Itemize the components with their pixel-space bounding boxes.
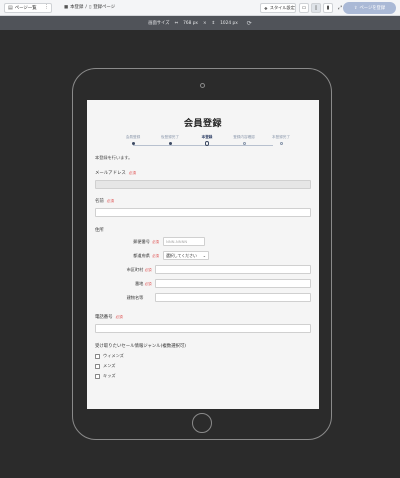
genre-label: 受け取りたいセール情報ジャンル(複数選択可): [95, 344, 187, 349]
required-badge: 必須: [144, 281, 152, 286]
breadcrumb-folder[interactable]: 本登録: [70, 4, 83, 10]
tablet-camera: [200, 83, 205, 88]
postal-label: 郵便番号: [133, 238, 150, 244]
genre-option[interactable]: メンズ: [95, 363, 311, 369]
width-icon: ⇔: [174, 20, 179, 26]
genre-checkbox-group: ウィメンズ メンズ キッズ: [95, 353, 311, 379]
genre-option-label: メンズ: [103, 363, 116, 368]
height-value[interactable]: 1024 px: [220, 21, 238, 26]
checkbox[interactable]: [95, 363, 100, 369]
city-field[interactable]: [155, 265, 311, 274]
tablet-home-button: [192, 413, 212, 433]
address-row-prefecture: 都道府県 必須 選択してください ⌄: [95, 250, 311, 261]
upload-icon: ⇪: [353, 5, 358, 11]
tablet-view-button[interactable]: ▯: [311, 3, 321, 13]
page-list-icon: ▤: [8, 5, 13, 11]
page-icon: ▯: [88, 4, 92, 10]
step-item: 登録内容確認: [224, 135, 264, 145]
required-badge: 必須: [106, 198, 114, 203]
checkbox[interactable]: [95, 373, 100, 379]
step-indicator: 会員登録 仮登録完了 本登録 登録内容確認 本登録完了: [95, 135, 311, 149]
step-label: 会員登録: [125, 135, 141, 139]
breadcrumb-page: 登録ページ: [93, 5, 116, 10]
address-title: 住所: [95, 228, 104, 233]
tablet-icon: ▯: [314, 5, 318, 11]
prefecture-select[interactable]: 選択してください ⌄: [163, 251, 209, 260]
required-badge: 必須: [128, 170, 136, 175]
step-item: 本登録完了: [261, 135, 301, 145]
screen-size-bar: 画面サイズ ⇔ 768 px × ⇕ 1024 px ⟳: [0, 16, 400, 30]
page-list-button[interactable]: ▤ ページ一覧 ⋮: [4, 3, 52, 13]
expand-icon: ⤢: [337, 5, 342, 11]
tablet-screen: 会員登録 会員登録 仮登録完了 本登録 登録内容確認 本登録完了 本登録を行いま…: [87, 100, 319, 409]
genre-option[interactable]: キッズ: [95, 373, 311, 379]
folder-icon: ■: [64, 4, 69, 10]
chevron-down-icon: ⌄: [202, 253, 206, 258]
style-settings-label: スタイル設定: [269, 5, 295, 10]
step-label: 登録内容確認: [233, 135, 255, 139]
address-row-street: 番地 必須: [95, 278, 311, 289]
desktop-view-button[interactable]: ▭: [299, 3, 309, 13]
step-item: 会員登録: [113, 135, 153, 145]
width-value[interactable]: 768 px: [183, 21, 198, 26]
address-row-city: 市区町村 必須: [95, 264, 311, 275]
breadcrumb: ■ 本登録 / ▯ 登録ページ: [64, 4, 116, 11]
times-sign: ×: [202, 20, 207, 26]
breadcrumb-separator: /: [85, 4, 87, 10]
name-label-text: 名前: [95, 199, 104, 204]
required-badge: 必須: [152, 253, 159, 258]
screen-size-label: 画面サイズ: [148, 21, 170, 26]
checkbox[interactable]: [95, 353, 100, 359]
phone-label: 電話番号 必須: [95, 314, 311, 321]
phone-field[interactable]: [95, 324, 311, 333]
step-dot: [204, 141, 210, 146]
step-dot: [279, 142, 283, 145]
required-badge: 必須: [144, 267, 152, 272]
register-page-label: ページを登録: [359, 6, 386, 11]
step-label: 本登録: [201, 135, 213, 139]
required-badge: 必須: [115, 314, 123, 319]
rotate-icon[interactable]: ⟳: [247, 20, 252, 27]
step-label: 本登録完了: [272, 135, 290, 139]
phone-label-text: 電話番号: [95, 315, 113, 320]
email-field[interactable]: [95, 180, 311, 189]
city-label: 市区町村: [126, 266, 144, 272]
genre-option-label: ウィメンズ: [103, 353, 124, 358]
step-dot: [131, 142, 135, 145]
address-row-building: 建物名等: [95, 292, 311, 303]
name-field[interactable]: [95, 208, 311, 217]
genre-option[interactable]: ウィメンズ: [95, 353, 311, 359]
building-field[interactable]: [155, 293, 311, 302]
style-settings-button[interactable]: ❖ スタイル設定: [260, 3, 296, 13]
postal-code-field[interactable]: NNN-NNNN: [163, 237, 205, 246]
mobile-icon: ▮: [326, 5, 330, 11]
more-vertical-icon[interactable]: ⋮: [44, 4, 49, 10]
step-dot: [242, 142, 246, 145]
height-icon: ⇕: [211, 20, 216, 26]
prefecture-value: 選択してください: [166, 252, 197, 258]
mobile-view-button[interactable]: ▮: [323, 3, 333, 13]
intro-text: 本登録を行います。: [95, 155, 133, 160]
register-page-button[interactable]: ⇪ ページを登録: [343, 2, 396, 14]
paint-icon: ❖: [264, 5, 268, 11]
building-label: 建物名等: [126, 294, 144, 300]
step-item: 仮登録完了: [150, 135, 190, 145]
street-label: 番地: [134, 280, 144, 286]
step-dot: [168, 142, 172, 145]
step-label: 仮登録完了: [161, 135, 179, 139]
address-row-postal: 郵便番号 必須 NNN-NNNN: [95, 236, 311, 247]
email-label: メールアドレス 必須: [95, 170, 311, 177]
desktop-icon: ▭: [301, 5, 307, 11]
required-badge: 必須: [152, 239, 159, 244]
page-list-label: ページ一覧: [14, 6, 37, 11]
step-item-current: 本登録: [187, 135, 227, 146]
name-label: 名前 必須: [95, 198, 311, 205]
email-label-text: メールアドレス: [95, 171, 126, 176]
prefecture-label: 都道府県: [133, 252, 150, 258]
genre-option-label: キッズ: [103, 373, 116, 378]
top-toolbar: ▤ ページ一覧 ⋮ ■ 本登録 / ▯ 登録ページ ❖ スタイル設定 ▭ ▯ ▮…: [0, 0, 400, 16]
form-title: 会員登録: [183, 119, 222, 129]
street-field[interactable]: [155, 279, 311, 288]
tablet-frame: 会員登録 会員登録 仮登録完了 本登録 登録内容確認 本登録完了 本登録を行いま…: [72, 68, 332, 440]
